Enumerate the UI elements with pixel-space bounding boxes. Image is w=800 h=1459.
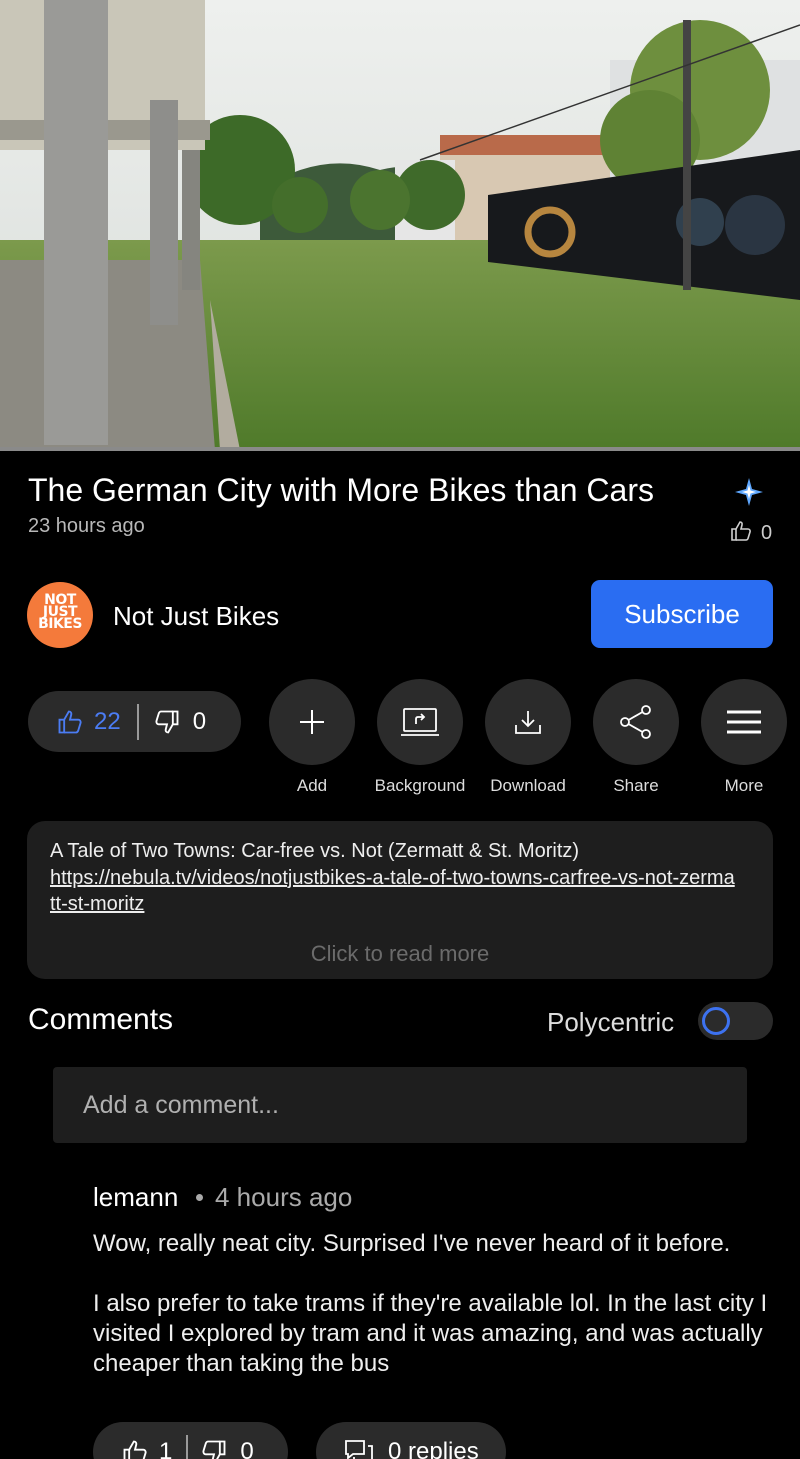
more-label: More bbox=[724, 776, 764, 795]
dislike-count: 0 bbox=[192, 707, 207, 735]
video-progress-bar[interactable] bbox=[0, 447, 800, 451]
plus-icon bbox=[300, 710, 324, 734]
polycentric-label: Polycentric bbox=[547, 1007, 675, 1037]
comments-heading: Comments bbox=[28, 1003, 174, 1036]
subscribe-button[interactable]: Subscribe bbox=[591, 580, 773, 648]
comment-author[interactable]: lemann bbox=[93, 1182, 178, 1213]
description-box[interactable]: A Tale of Two Towns: Car-free vs. Not (Z… bbox=[27, 821, 773, 979]
comment-dislike-count: 0 bbox=[240, 1438, 254, 1459]
comment-like-dislike-group: 1 0 bbox=[93, 1422, 288, 1459]
background-button[interactable]: Background bbox=[375, 679, 465, 795]
replies-icon bbox=[345, 1440, 373, 1459]
title-like-count: 0 bbox=[761, 522, 773, 544]
divider bbox=[136, 703, 139, 740]
title-like[interactable]: 0 bbox=[729, 516, 772, 545]
like-button[interactable]: 22 bbox=[28, 708, 121, 736]
download-icon bbox=[515, 711, 541, 734]
dislike-button[interactable]: 0 bbox=[153, 708, 206, 736]
divider bbox=[186, 1435, 189, 1459]
separator-dot bbox=[196, 1194, 203, 1201]
comment-like-count: 1 bbox=[159, 1438, 173, 1459]
comment-dislike-button[interactable]: 0 bbox=[200, 1438, 254, 1459]
download-button[interactable]: Download bbox=[485, 679, 571, 795]
channel-avatar[interactable]: NOT JUST BIKES bbox=[27, 582, 93, 648]
sparkle-icon[interactable] bbox=[733, 476, 765, 508]
video-title: The German City with More Bikes than Car… bbox=[28, 472, 654, 508]
add-button[interactable]: Add bbox=[269, 679, 355, 795]
thumbs-up-icon bbox=[123, 1440, 147, 1459]
comment-time: 4 hours ago bbox=[215, 1182, 353, 1212]
comment-replies-button[interactable]: 0 replies bbox=[316, 1422, 506, 1459]
polycentric-toggle[interactable] bbox=[698, 1002, 773, 1040]
video-posted-time: 23 hours ago bbox=[28, 515, 145, 537]
description-text: A Tale of Two Towns: Car-free vs. Not (Z… bbox=[50, 840, 580, 862]
read-more-button[interactable]: Click to read more bbox=[27, 941, 773, 967]
video-player[interactable] bbox=[0, 0, 800, 450]
share-button[interactable]: Share bbox=[593, 679, 679, 795]
channel-name[interactable]: Not Just Bikes bbox=[113, 601, 279, 632]
menu-icon bbox=[727, 710, 761, 734]
comment-paragraph: Wow, really neat city. Surprised I've ne… bbox=[93, 1230, 731, 1257]
comment-body: Wow, really neat city. Surprised I've ne… bbox=[93, 1229, 773, 1379]
thumbs-up-icon bbox=[58, 710, 82, 733]
video-thumbnail bbox=[0, 0, 800, 450]
like-dislike-group: 22 0 bbox=[28, 691, 241, 752]
channel-logo-text: NOT JUST BIKES bbox=[38, 592, 82, 632]
thumbs-up-icon bbox=[731, 520, 751, 541]
more-button[interactable]: More bbox=[701, 679, 787, 795]
thumbs-down-icon bbox=[202, 1440, 226, 1459]
toggle-knob bbox=[702, 1007, 730, 1035]
comment-replies-count: 0 replies bbox=[388, 1438, 479, 1459]
description-link[interactable]: https://nebula.tv/videos/notjustbikes-a-… bbox=[50, 865, 740, 917]
add-comment-input[interactable] bbox=[53, 1067, 747, 1143]
like-count: 22 bbox=[94, 707, 121, 735]
background-play-icon bbox=[401, 708, 439, 736]
thumbs-down-icon bbox=[155, 710, 179, 733]
comment-like-button[interactable]: 1 bbox=[93, 1438, 172, 1459]
share-icon bbox=[620, 705, 651, 739]
comment-paragraph: I also prefer to take trams if they're a… bbox=[93, 1290, 768, 1377]
